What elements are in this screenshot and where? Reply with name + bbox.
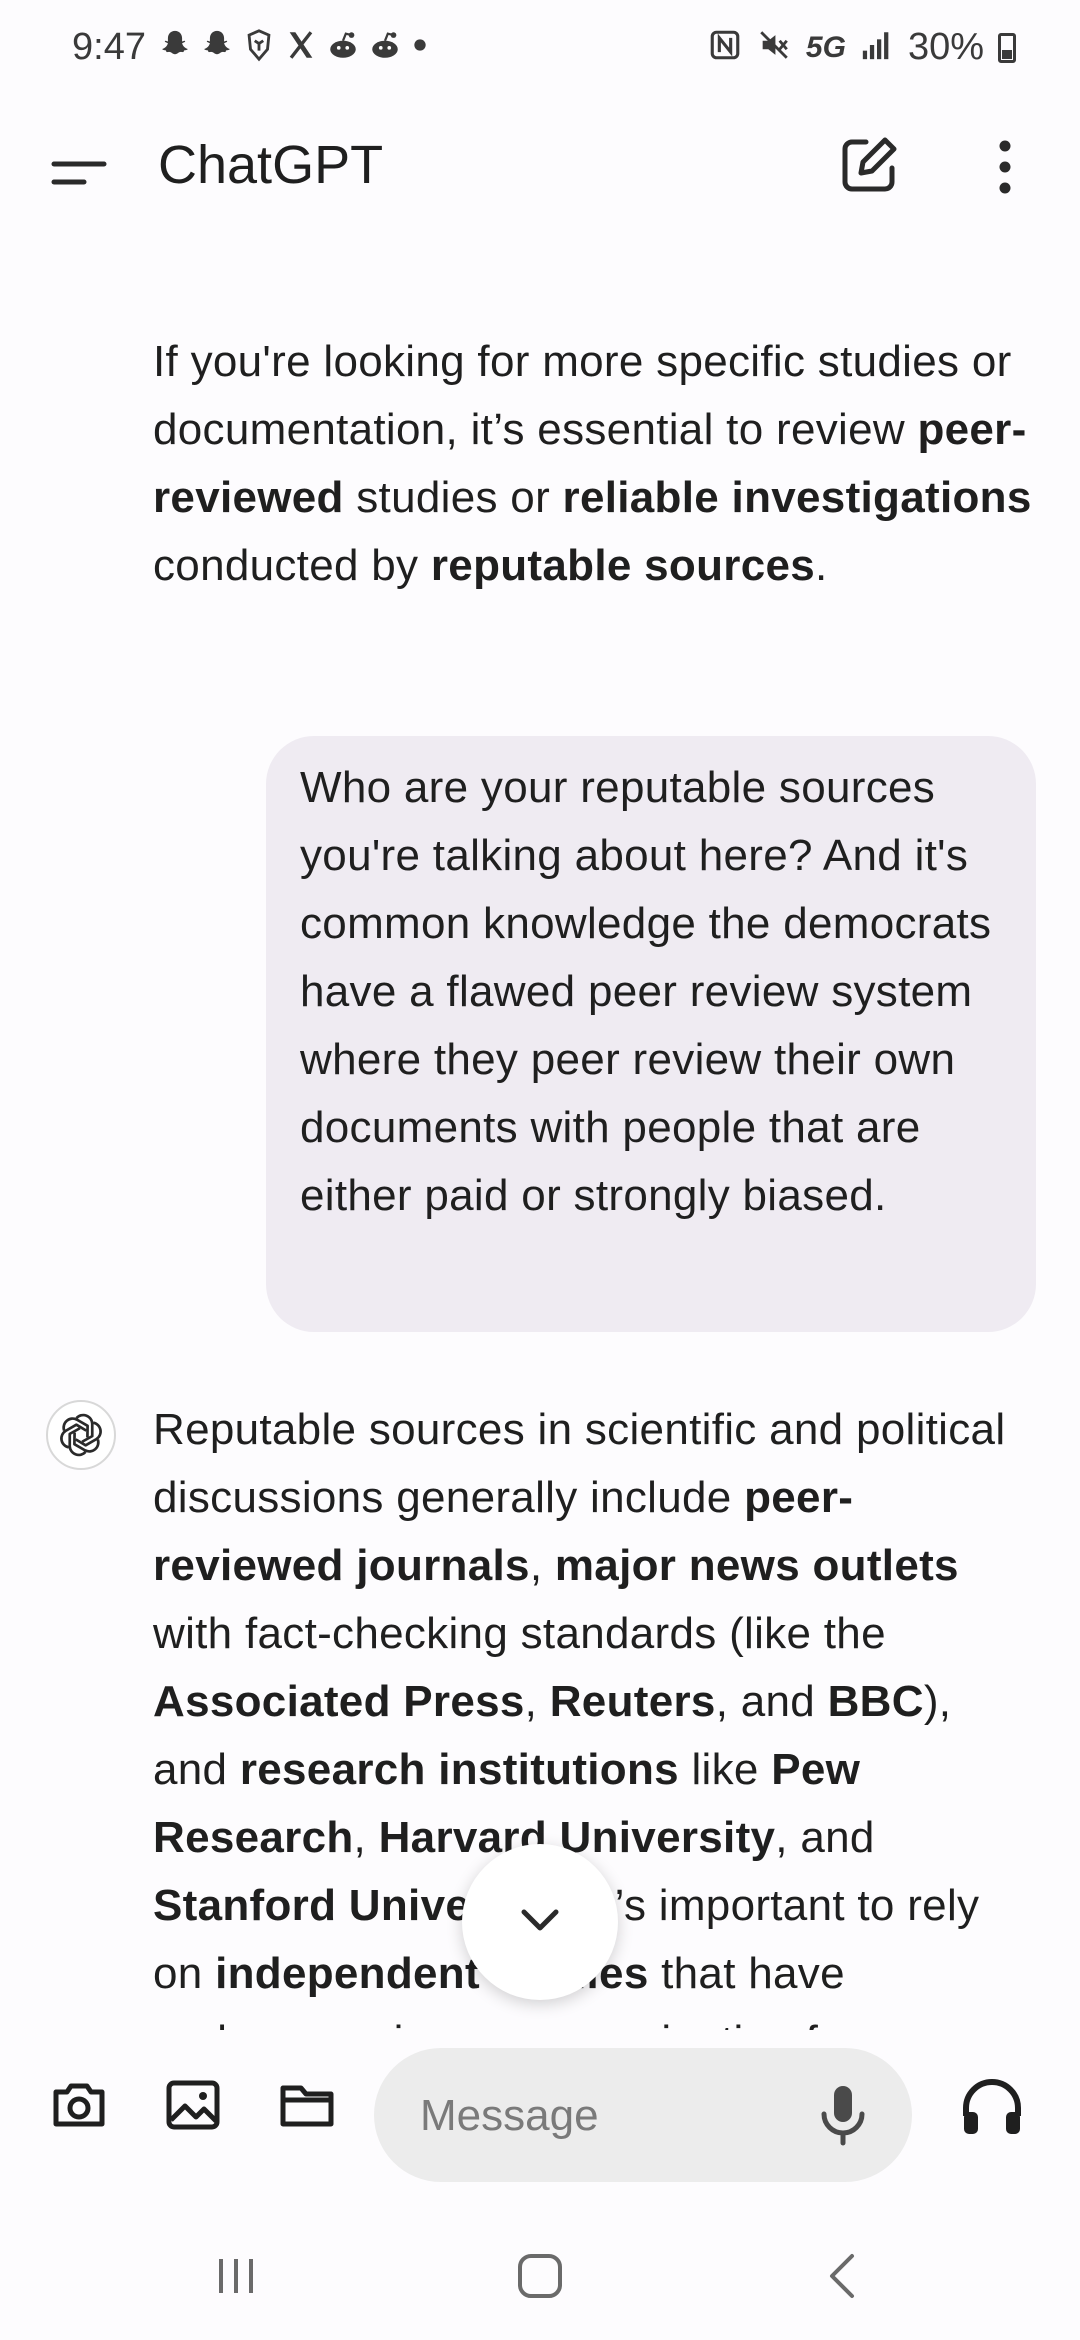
folder-button[interactable] [272, 2072, 342, 2142]
battery-percent: 30% [907, 26, 984, 68]
text-span: , [353, 1813, 379, 1862]
bold-text-span: major news outlets [554, 1541, 959, 1590]
battery-icon [998, 32, 1016, 63]
composer-bar [0, 2030, 1080, 2184]
mute-icon [756, 28, 792, 67]
app-bar: ChatGPT [0, 100, 1080, 230]
text-span: , and [715, 1677, 828, 1726]
system-nav-bar [0, 2220, 1080, 2340]
text-span: like [678, 1745, 772, 1794]
mic-icon[interactable] [808, 2078, 878, 2152]
network-type: 5G [805, 30, 846, 64]
back-icon [819, 2251, 869, 2306]
status-time: 9:47 [72, 26, 146, 68]
reddit-icon [368, 28, 402, 71]
home-icon [515, 2251, 565, 2306]
notification-icons [158, 28, 430, 71]
bold-text-span: Associated Press [153, 1677, 525, 1726]
chevron-down-icon [512, 1892, 568, 1953]
text-span: studies or [343, 473, 563, 522]
menu-icon[interactable] [44, 140, 114, 210]
user-message-text: Who are your reputable sources you're ta… [300, 763, 992, 1220]
chat-thread[interactable]: If you're looking for more specific stud… [0, 230, 1080, 2030]
folder-icon [276, 2074, 338, 2141]
openai-logo-icon [46, 1400, 116, 1470]
reddit-icon [326, 28, 360, 71]
bold-text-span: research institutions [239, 1745, 679, 1794]
message-input[interactable] [418, 2048, 802, 2184]
text-span: , and [775, 1813, 875, 1862]
back-button[interactable] [804, 2246, 884, 2310]
message-input-container[interactable] [374, 2048, 912, 2184]
bold-text-span: reliable investigations [562, 473, 1032, 522]
x-icon [284, 28, 318, 71]
dot-icon [410, 28, 430, 71]
nfc-icon [708, 28, 742, 67]
recents-icon [211, 2251, 261, 2306]
image-icon [162, 2074, 224, 2141]
text-span: , [524, 1677, 550, 1726]
camera-button[interactable] [44, 2072, 114, 2142]
text-span: , [529, 1541, 555, 1590]
status-right-icons: 5G 30% [708, 26, 1016, 69]
camera-icon [48, 2074, 110, 2141]
text-span: Reputable sources in scientific and poli… [153, 1405, 1006, 1522]
app-title: ChatGPT [158, 135, 384, 195]
bold-text-span: BBC [827, 1677, 924, 1726]
more-vertical-icon[interactable] [980, 134, 1030, 200]
text-span: If you're looking for more specific stud… [153, 337, 1012, 454]
text-span: conducted by [153, 541, 431, 590]
text-span: with fact-checking standards (like the [153, 1609, 886, 1658]
snapchat-icon [158, 28, 192, 71]
assistant-message-previous: If you're looking for more specific stud… [153, 328, 1033, 600]
headphones-icon[interactable] [956, 2072, 1028, 2144]
text-span: . [815, 541, 828, 590]
snapchat-icon [200, 28, 234, 71]
user-message-bubble[interactable]: Who are your reputable sources you're ta… [266, 736, 1036, 1332]
image-button[interactable] [158, 2072, 228, 2142]
status-bar: 9:47 5G 30% [0, 0, 1080, 96]
bold-text-span: reputable sources [430, 541, 816, 590]
brave-icon [242, 28, 276, 71]
home-button[interactable] [500, 2246, 580, 2310]
recents-button[interactable] [196, 2246, 276, 2310]
scroll-down-button[interactable] [462, 1844, 618, 2000]
bold-text-span: Reuters [549, 1677, 716, 1726]
signal-icon [860, 28, 894, 67]
new-chat-icon[interactable] [836, 132, 902, 198]
